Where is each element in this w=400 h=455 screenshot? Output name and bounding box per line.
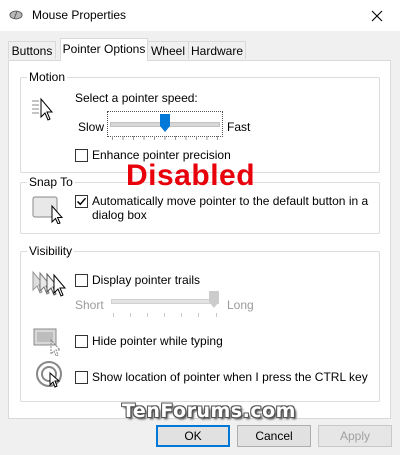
hide-pointer-label: Hide pointer while typing — [92, 334, 223, 348]
tab-label: Wheel — [150, 44, 185, 58]
window-title: Mouse Properties — [32, 8, 127, 22]
snap-to-label-line2: dialog box — [92, 208, 147, 222]
pointer-trails-checkbox[interactable] — [75, 274, 88, 287]
slow-label: Slow — [78, 120, 105, 134]
slider-ticks — [113, 306, 217, 317]
show-location-label: Show location of pointer when I press th… — [92, 370, 368, 384]
close-icon — [371, 10, 383, 21]
tab-panel: Motion Select a pointer speed: Slow Fast — [8, 60, 391, 419]
visibility-group: Visibility Display pointer trails Short … — [20, 244, 380, 402]
cancel-button[interactable]: Cancel — [237, 425, 311, 447]
tab-buttons[interactable]: Buttons — [8, 41, 56, 59]
slider-thumb[interactable] — [209, 291, 219, 308]
motion-group-label: Motion — [27, 70, 68, 84]
hide-pointer-checkbox[interactable] — [75, 335, 88, 348]
disabled-overlay-text: Disabled — [126, 159, 256, 192]
checkmark-icon — [76, 197, 87, 206]
tab-wheel[interactable]: Wheel — [147, 41, 189, 59]
snap-to-icon — [32, 196, 64, 224]
watermark: TenForums.com — [122, 400, 296, 422]
enhance-precision-checkbox[interactable] — [75, 149, 88, 162]
long-label: Long — [227, 298, 254, 312]
pointer-speed-icon — [32, 97, 54, 121]
show-location-icon — [36, 361, 62, 388]
tab-label: Hardware — [190, 44, 244, 58]
ok-button[interactable]: OK — [156, 425, 230, 447]
tab-pointer-options[interactable]: Pointer Options — [60, 38, 148, 61]
pointer-speed-slider[interactable] — [107, 111, 223, 140]
snap-to-label-line1: Automatically move pointer to the defaul… — [92, 194, 369, 208]
tab-hardware[interactable]: Hardware — [188, 41, 246, 59]
pointer-trails-label: Display pointer trails — [92, 273, 201, 287]
hide-pointer-icon — [33, 328, 62, 356]
title-bar: Mouse Properties — [0, 0, 400, 31]
speed-label: Select a pointer speed: — [75, 91, 198, 105]
fast-label: Fast — [227, 120, 251, 134]
tab-label: Buttons — [11, 44, 53, 58]
mouse-icon — [9, 10, 23, 20]
short-label: Short — [75, 298, 104, 312]
show-location-checkbox[interactable] — [75, 371, 88, 384]
slider-track — [111, 299, 219, 304]
close-button[interactable] — [354, 0, 400, 31]
tab-label: Pointer Options — [62, 42, 146, 56]
slider-thumb[interactable] — [160, 114, 170, 132]
snap-to-group-label: Snap To — [27, 175, 75, 189]
snap-to-checkbox[interactable] — [75, 195, 88, 208]
pointer-trails-icon — [32, 270, 67, 297]
apply-button[interactable]: Apply — [318, 425, 392, 447]
trail-length-slider[interactable] — [111, 291, 219, 317]
visibility-group-label: Visibility — [27, 244, 75, 258]
